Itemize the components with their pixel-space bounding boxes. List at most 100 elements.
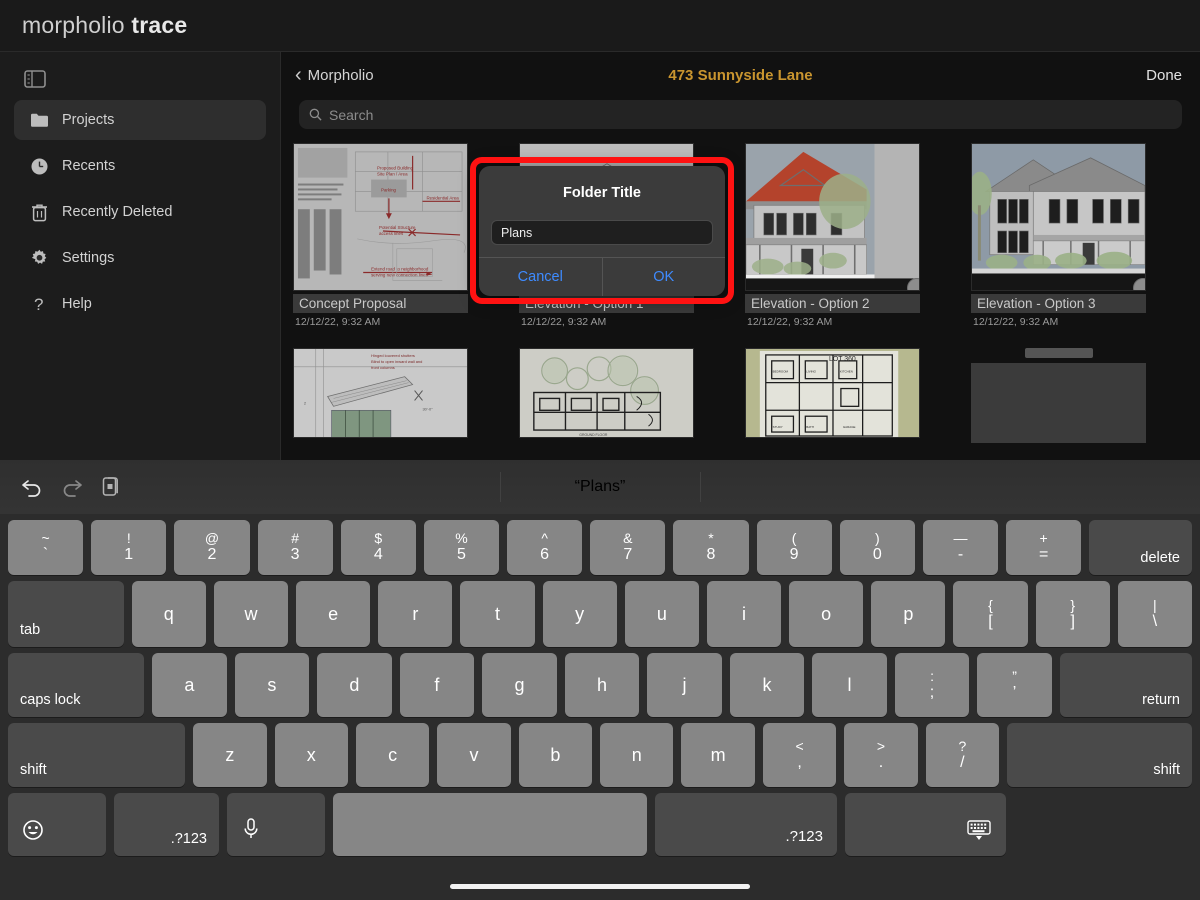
key-shift-label: * [708,531,713,546]
key-4[interactable]: $4 [341,520,416,575]
sidebar-item-settings[interactable]: Settings [14,238,266,278]
key--123[interactable]: .?123 [655,793,837,856]
key-return[interactable]: return [1060,653,1192,717]
key-hide-keyboard[interactable] [845,793,1006,856]
sidebar-item-recents[interactable]: Recents [14,146,266,186]
key-i[interactable]: i [707,581,781,647]
key-y[interactable]: y [543,581,617,647]
key--[interactable]: —- [923,520,998,575]
key-shift[interactable]: shift [1007,723,1192,787]
key-=[interactable]: += [1006,520,1081,575]
key-p[interactable]: p [871,581,945,647]
key-space[interactable] [333,793,647,856]
key-k[interactable]: k [730,653,805,717]
sidebar-item-projects[interactable]: Projects [14,100,266,140]
key-o[interactable]: o [789,581,863,647]
redo-button[interactable] [52,467,92,507]
project-card[interactable]: Elevation - Option 2 12/12/22, 9:32 AM [745,143,920,328]
project-thumbnail[interactable]: LOT 360 BEDROOMLIVINGKITCHEN STUDYBATHGA… [745,348,920,438]
key-h[interactable]: h [565,653,640,717]
key-,[interactable]: <, [763,723,836,787]
svg-text:LOT 360: LOT 360 [829,356,856,363]
key-6[interactable]: ^6 [507,520,582,575]
key-label: p [871,581,945,647]
search-input[interactable]: Search [299,100,1182,129]
project-card-placeholder[interactable] [971,348,1146,443]
key-0[interactable]: )0 [840,520,915,575]
key-microphone[interactable] [227,793,325,856]
project-thumbnail[interactable] [971,143,1146,291]
resize-handle[interactable] [907,278,920,291]
key-v[interactable]: v [437,723,510,787]
key-x[interactable]: x [275,723,348,787]
key-z[interactable]: z [193,723,266,787]
key-1[interactable]: !1 [91,520,166,575]
key-8[interactable]: *8 [673,520,748,575]
ok-button[interactable]: OK [603,258,726,296]
predictive-suggestion-center[interactable]: “Plans” [500,460,700,514]
cancel-button[interactable]: Cancel [479,258,602,296]
sidebar-item-recently-deleted[interactable]: Recently Deleted [14,192,266,232]
project-card[interactable]: LOT 360 BEDROOMLIVINGKITCHEN STUDYBATHGA… [745,348,920,443]
key-7[interactable]: &7 [590,520,665,575]
keyboard-toolbar: “Plans” [0,460,1200,514]
paste-button[interactable] [92,467,132,507]
key-s[interactable]: s [235,653,310,717]
project-thumbnail[interactable] [745,143,920,291]
project-thumbnail[interactable]: Hinged louvered shutters Blind to open i… [293,348,468,438]
sidebar-toggle-button[interactable] [20,65,50,93]
key-n[interactable]: n [600,723,673,787]
resize-handle[interactable] [1133,278,1146,291]
key-e[interactable]: e [296,581,370,647]
key-a[interactable]: a [152,653,227,717]
key-q[interactable]: q [132,581,206,647]
project-card[interactable]: GROUND FLOOR [519,348,694,443]
done-button[interactable]: Done [1146,67,1182,84]
microphone-icon [241,817,261,846]
key--123[interactable]: .?123 [114,793,219,856]
home-indicator [450,884,750,889]
key-3[interactable]: #3 [258,520,333,575]
project-thumbnail[interactable]: GROUND FLOOR [519,348,694,438]
key-t[interactable]: t [460,581,534,647]
predictive-divider-right [700,472,701,502]
key-r[interactable]: r [378,581,452,647]
key-/[interactable]: ?/ [926,723,999,787]
key-b[interactable]: b [519,723,592,787]
key-c[interactable]: c [356,723,429,787]
sidebar-item-label: Projects [62,112,114,128]
key-tab[interactable]: tab [8,581,124,647]
key-delete[interactable]: delete [1089,520,1192,575]
undo-button[interactable] [12,467,52,507]
key-base-label: 1 [124,546,133,564]
key-j[interactable]: j [647,653,722,717]
key-[[interactable]: {[ [953,581,1027,647]
key-l[interactable]: l [812,653,887,717]
key-9[interactable]: (9 [757,520,832,575]
key-\[interactable]: |\ [1118,581,1192,647]
project-card[interactable]: Hinged louvered shutters Blind to open i… [293,348,468,443]
key-’[interactable]: ”’ [977,653,1052,717]
sidebar-item-help[interactable]: ? Help [14,284,266,324]
key-label: h [565,653,640,717]
folder-title-input[interactable]: Plans [491,220,713,245]
key-shift[interactable]: shift [8,723,185,787]
key-emoji[interactable] [8,793,106,856]
key-w[interactable]: w [214,581,288,647]
key-2[interactable]: @2 [174,520,249,575]
key-g[interactable]: g [482,653,557,717]
key-5[interactable]: %5 [424,520,499,575]
key-][interactable]: }] [1036,581,1110,647]
key-caps-lock[interactable]: caps lock [8,653,144,717]
project-card[interactable]: Proposed Building Site Plan / Area Parki… [293,143,468,328]
key-f[interactable]: f [400,653,475,717]
project-card[interactable]: Elevation - Option 3 12/12/22, 9:32 AM [971,143,1146,328]
sidebar-item-label: Settings [62,250,114,266]
key-u[interactable]: u [625,581,699,647]
project-thumbnail[interactable]: Proposed Building Site Plan / Area Parki… [293,143,468,291]
key-`[interactable]: ~` [8,520,83,575]
key-m[interactable]: m [681,723,754,787]
key-d[interactable]: d [317,653,392,717]
key-.[interactable]: >. [844,723,917,787]
key-;[interactable]: :; [895,653,970,717]
